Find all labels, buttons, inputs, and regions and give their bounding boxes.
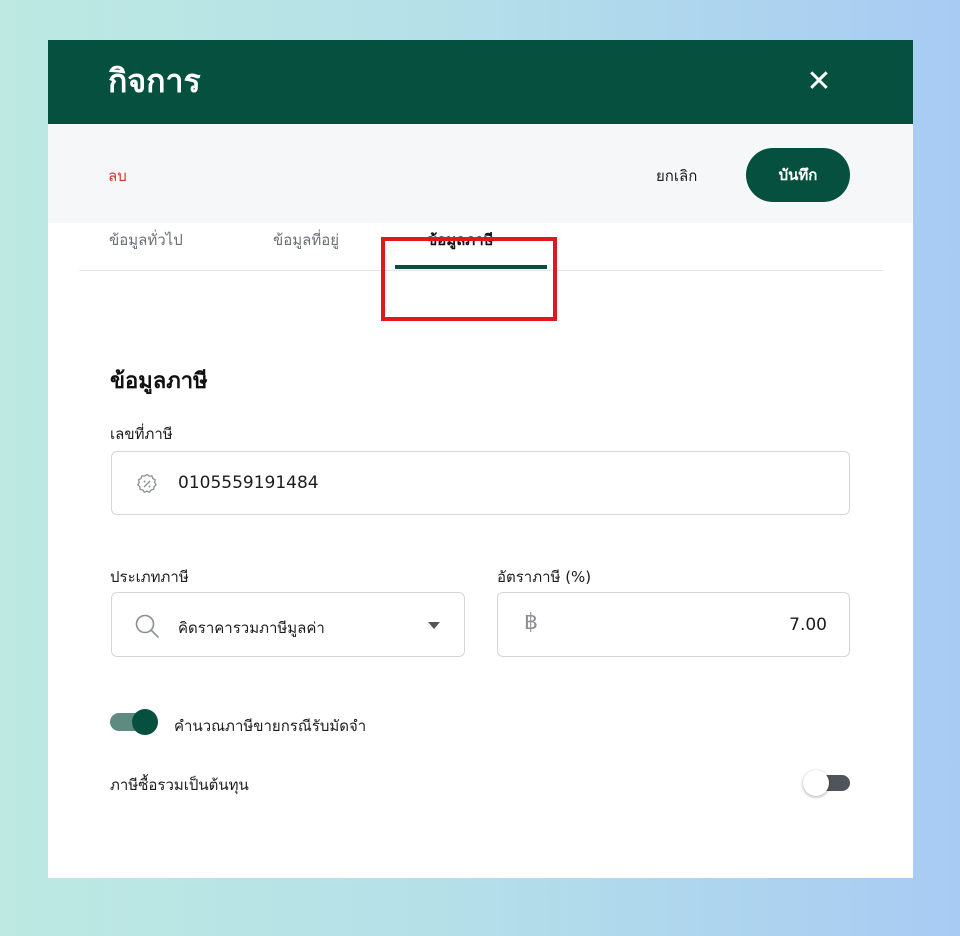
panel-title: กิจการ xyxy=(108,62,201,100)
tax-badge-icon xyxy=(136,473,157,493)
tax-rate-value: 7.00 xyxy=(789,615,827,635)
close-icon[interactable]: ✕ xyxy=(803,66,835,98)
panel-header: กิจการ ✕ xyxy=(48,40,913,124)
tax-id-field[interactable]: 0105559191484 xyxy=(111,451,850,515)
purchase-cost-toggle[interactable] xyxy=(803,770,850,796)
baht-icon: ฿ xyxy=(524,610,538,635)
tax-type-value: คิดราคารวมภาษีมูลค่า xyxy=(178,619,325,637)
tax-rate-label: อัตราภาษี (%) xyxy=(497,568,592,586)
tax-type-label: ประเภทภาษี xyxy=(110,568,189,586)
section-title: ข้อมูลภาษี xyxy=(110,369,208,394)
toggle-knob xyxy=(132,709,158,735)
chevron-down-icon xyxy=(428,622,440,629)
tax-type-select[interactable]: คิดราคารวมภาษีมูลค่า xyxy=(111,592,465,657)
search-icon xyxy=(135,614,159,638)
deposit-tax-toggle[interactable] xyxy=(110,709,158,735)
tab-address[interactable]: ข้อมูลที่อยู่ xyxy=(273,228,339,252)
toggle-knob xyxy=(803,770,829,796)
deposit-tax-label: คำนวณภาษีขายกรณีรับมัดจำ xyxy=(174,717,367,735)
purchase-cost-label: ภาษีซื้อรวมเป็นต้นทุน xyxy=(110,776,249,794)
tax-id-label: เลขที่ภาษี xyxy=(110,425,173,443)
tax-id-value: 0105559191484 xyxy=(178,473,319,493)
tab-highlight-box xyxy=(381,237,557,321)
tax-rate-field[interactable]: ฿ 7.00 xyxy=(497,592,850,657)
tab-general[interactable]: ข้อมูลทั่วไป xyxy=(109,228,183,252)
